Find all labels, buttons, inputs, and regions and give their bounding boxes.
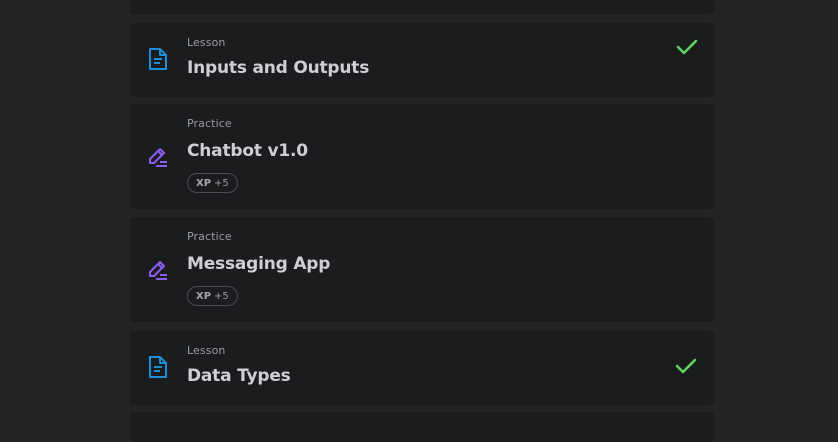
item-kind-label: Practice — [187, 117, 232, 130]
lesson-card-inputs-and-outputs[interactable]: Lesson Inputs and Outputs — [130, 23, 714, 97]
item-title: Data Types — [187, 366, 291, 386]
practice-pencil-icon — [147, 145, 169, 169]
item-kind-label: Lesson — [187, 344, 226, 357]
xp-badge: XP +5 — [187, 173, 238, 193]
lesson-document-icon — [147, 355, 169, 379]
item-title: Inputs and Outputs — [187, 58, 370, 78]
item-title: Messaging App — [187, 254, 331, 274]
next-item-card[interactable] — [130, 412, 714, 442]
practice-card-chatbot[interactable]: Practice Chatbot v1.0 XP +5 — [130, 104, 714, 209]
lesson-document-icon — [147, 47, 169, 71]
xp-label: XP — [196, 177, 212, 189]
xp-value: +5 — [214, 290, 229, 302]
practice-card-messaging-app[interactable]: Practice Messaging App XP +5 — [130, 217, 714, 322]
xp-value: +5 — [214, 177, 229, 189]
practice-pencil-icon — [147, 258, 169, 282]
previous-item-card[interactable] — [130, 0, 714, 14]
completed-check-icon — [676, 38, 698, 56]
item-kind-label: Lesson — [187, 36, 226, 49]
course-content-list: Lesson Inputs and Outputs Practice Chatb… — [130, 0, 714, 442]
xp-badge: XP +5 — [187, 286, 238, 306]
item-title: Chatbot v1.0 — [187, 141, 308, 161]
lesson-card-data-types[interactable]: Lesson Data Types — [130, 331, 714, 405]
xp-label: XP — [196, 290, 212, 302]
item-kind-label: Practice — [187, 230, 232, 243]
completed-check-icon — [675, 357, 697, 375]
